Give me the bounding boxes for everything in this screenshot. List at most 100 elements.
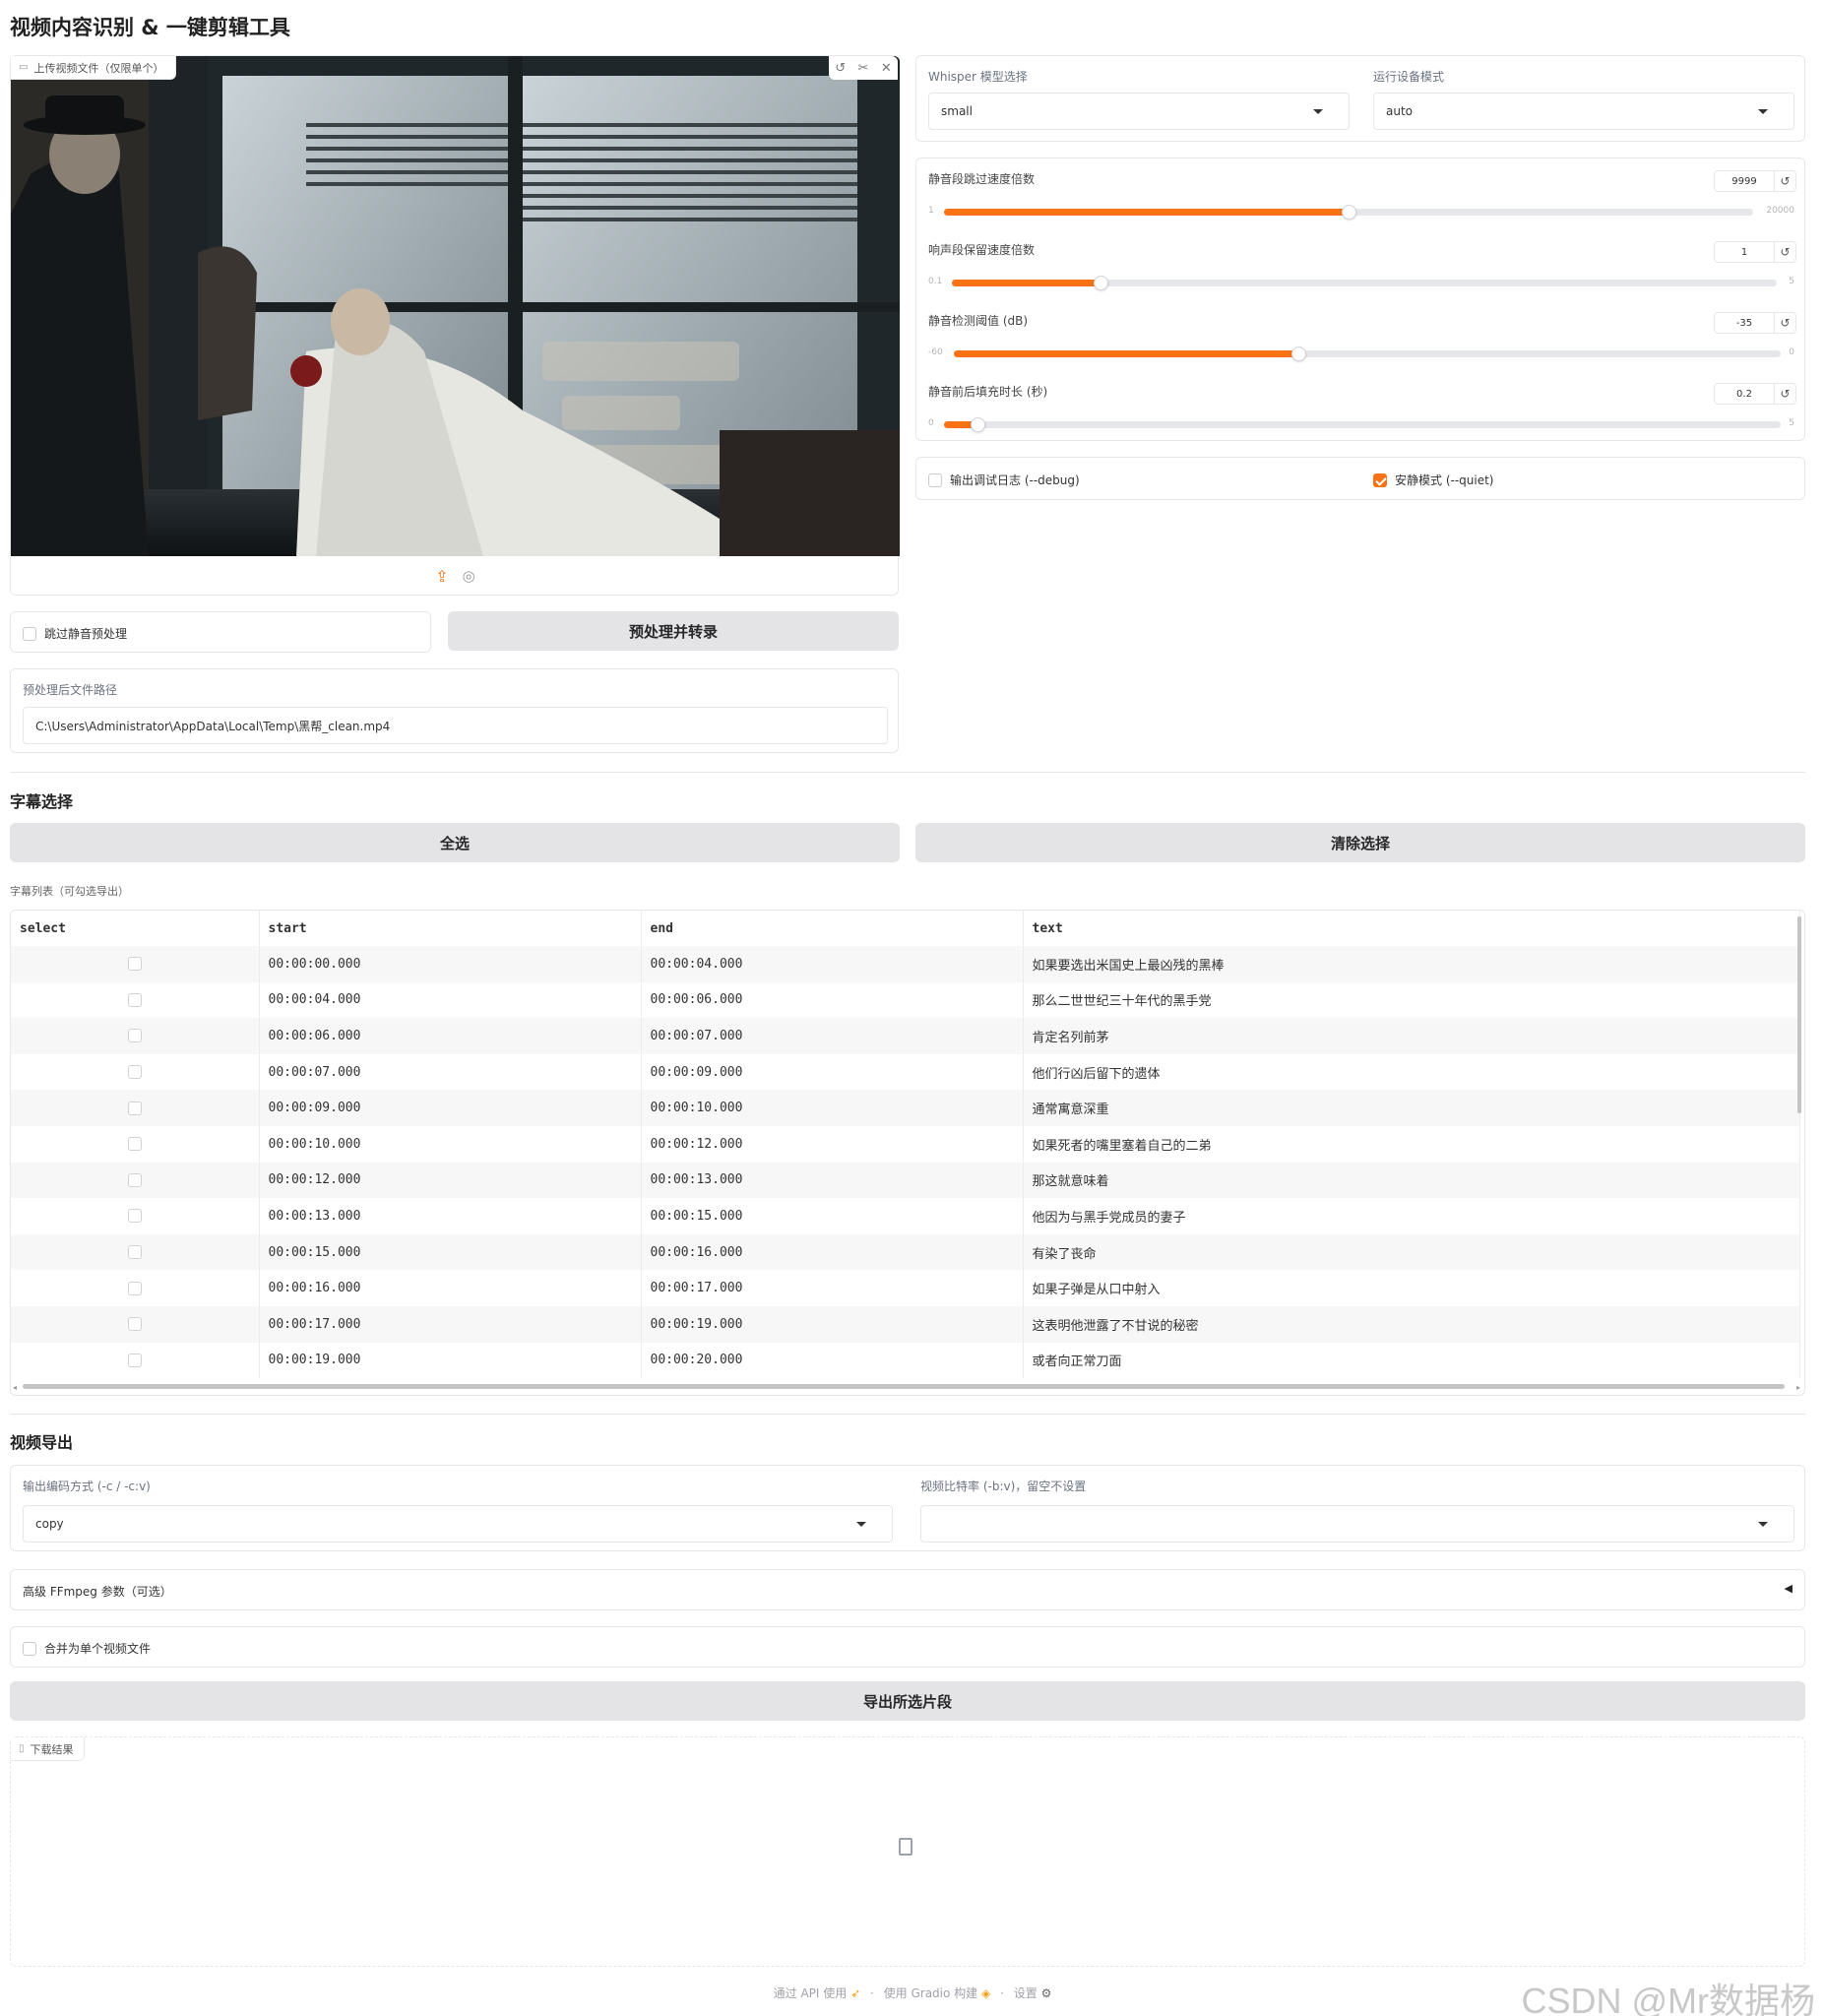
start-cell[interactable]: 00:00:07.000 (259, 1053, 642, 1091)
select-cell[interactable] (11, 1198, 260, 1234)
slider-track[interactable] (944, 417, 1781, 432)
end-cell[interactable]: 00:00:19.000 (641, 1305, 1024, 1343)
end-cell[interactable]: 00:00:10.000 (641, 1090, 1024, 1126)
row-checkbox[interactable] (127, 1209, 142, 1224)
select-cell[interactable] (11, 1090, 260, 1126)
quiet-checkbox[interactable] (1373, 472, 1387, 487)
slider-track[interactable] (952, 276, 1777, 290)
table-row[interactable]: 00:00:12.000 00:00:13.000 那这就意味着 (11, 1162, 1800, 1199)
start-cell[interactable]: 00:00:09.000 (259, 1090, 642, 1126)
preprocess-button[interactable]: 预处理并转录 (448, 611, 899, 651)
slider-handle[interactable] (1291, 346, 1307, 361)
end-cell[interactable]: 00:00:20.000 (641, 1342, 1024, 1379)
text-cell[interactable]: 通常寓意深重 (1023, 1090, 1800, 1126)
row-checkbox[interactable] (127, 1245, 142, 1260)
table-row[interactable]: 00:00:17.000 00:00:19.000 这表明他泄露了不甘说的秘密 (11, 1305, 1800, 1343)
text-cell[interactable]: 那么二世世纪三十年代的黑手党 (1023, 981, 1800, 1019)
text-cell[interactable]: 这表明他泄露了不甘说的秘密 (1023, 1305, 1800, 1343)
codec-select[interactable]: copy (23, 1505, 893, 1543)
select-cell[interactable] (11, 1305, 260, 1343)
row-checkbox[interactable] (127, 1137, 142, 1152)
start-cell[interactable]: 00:00:12.000 (259, 1162, 642, 1199)
text-cell[interactable]: 如果子弹是从口中射入 (1023, 1270, 1800, 1306)
text-cell[interactable]: 如果要选出米国史上最凶残的黑棒 (1023, 946, 1800, 982)
slider-handle[interactable] (1342, 205, 1356, 220)
table-row[interactable]: 00:00:06.000 00:00:07.000 肯定名列前茅 (11, 1018, 1800, 1054)
slider-track[interactable] (944, 205, 1753, 220)
start-cell[interactable]: 00:00:13.000 (259, 1198, 642, 1234)
end-cell[interactable]: 00:00:12.000 (641, 1125, 1024, 1163)
table-row[interactable]: 00:00:10.000 00:00:12.000 如果死者的嘴里塞着自己的二弟 (11, 1125, 1800, 1163)
row-checkbox[interactable] (127, 1281, 142, 1295)
table-row[interactable]: 00:00:15.000 00:00:16.000 有染了丧命 (11, 1233, 1800, 1271)
start-cell[interactable]: 00:00:04.000 (259, 981, 642, 1019)
select-cell[interactable] (11, 1233, 260, 1271)
reset-icon[interactable]: ↺ (1774, 242, 1795, 262)
column-header[interactable]: start (259, 911, 642, 946)
end-cell[interactable]: 00:00:06.000 (641, 981, 1024, 1019)
quiet-option[interactable]: 安静模式 (--quiet) (1373, 472, 1493, 488)
close-icon[interactable]: ✕ (881, 61, 892, 76)
column-header[interactable]: text (1023, 911, 1800, 946)
select-cell[interactable] (11, 1270, 260, 1306)
start-cell[interactable]: 00:00:10.000 (259, 1125, 642, 1163)
end-cell[interactable]: 00:00:15.000 (641, 1198, 1024, 1234)
select-cell[interactable] (11, 1162, 260, 1199)
merge-checkbox[interactable] (23, 1641, 36, 1656)
select-cell[interactable] (11, 1053, 260, 1091)
select-cell[interactable] (11, 1125, 260, 1163)
select-cell[interactable] (11, 1018, 260, 1054)
table-row[interactable]: 00:00:00.000 00:00:04.000 如果要选出米国史上最凶残的黑棒 (11, 946, 1800, 982)
row-checkbox[interactable] (127, 1317, 142, 1332)
skip-silence-option[interactable]: 跳过静音预处理 (10, 611, 431, 653)
text-cell[interactable]: 或者向正常刀面 (1023, 1342, 1800, 1379)
undo-icon[interactable]: ↺ (835, 61, 846, 76)
reset-icon[interactable]: ↺ (1774, 171, 1795, 191)
slider-number-input[interactable]: 9999 ↺ (1714, 170, 1796, 192)
bitrate-select[interactable] (920, 1505, 1794, 1543)
scissors-icon[interactable]: ✂ (858, 61, 869, 76)
table-row[interactable]: 00:00:09.000 00:00:10.000 通常寓意深重 (11, 1090, 1800, 1126)
caret-left-icon[interactable]: ◀ (1785, 1582, 1793, 1595)
row-checkbox[interactable] (127, 1065, 142, 1080)
debug-option[interactable]: 输出调试日志 (--debug) (928, 472, 1080, 488)
end-cell[interactable]: 00:00:09.000 (641, 1053, 1024, 1091)
slider-number-input[interactable]: 0.2 ↺ (1714, 383, 1796, 405)
gradio-link[interactable]: 使用 Gradio 构建 (884, 1986, 978, 2000)
clear-selection-button[interactable]: 清除选择 (915, 823, 1805, 862)
start-cell[interactable]: 00:00:06.000 (259, 1018, 642, 1054)
text-cell[interactable]: 有染了丧命 (1023, 1233, 1800, 1271)
export-button[interactable]: 导出所选片段 (10, 1681, 1805, 1721)
row-checkbox[interactable] (127, 957, 142, 972)
download-panel[interactable]: ▯ 下载结果 (10, 1736, 1805, 1967)
select-all-button[interactable]: 全选 (10, 823, 900, 862)
reset-icon[interactable]: ↺ (1774, 384, 1795, 404)
reset-icon[interactable]: ↺ (1774, 313, 1795, 333)
row-checkbox[interactable] (127, 1353, 142, 1367)
merge-row[interactable]: 合并为单个视频文件 (23, 1640, 151, 1657)
select-cell[interactable] (11, 946, 260, 982)
table-row[interactable]: 00:00:04.000 00:00:06.000 那么二世世纪三十年代的黑手党 (11, 981, 1800, 1019)
end-cell[interactable]: 00:00:17.000 (641, 1270, 1024, 1306)
text-cell[interactable]: 他因为与黑手党成员的妻子 (1023, 1198, 1800, 1234)
slider-handle[interactable] (1093, 276, 1108, 290)
video-preview[interactable] (11, 56, 900, 556)
row-checkbox[interactable] (127, 1029, 142, 1043)
scroll-right-icon[interactable]: ▸ (1796, 1383, 1800, 1392)
advanced-accordion[interactable]: 高级 FFmpeg 参数（可选） ◀ (10, 1569, 1805, 1610)
slider-handle[interactable] (971, 417, 985, 432)
upload-icon[interactable]: ⇪ (435, 567, 448, 586)
table-row[interactable]: 00:00:16.000 00:00:17.000 如果子弹是从口中射入 (11, 1270, 1800, 1306)
api-link[interactable]: 通过 API 使用 (774, 1986, 848, 2000)
row-checkbox[interactable] (127, 992, 142, 1007)
table-row[interactable]: 00:00:13.000 00:00:15.000 他因为与黑手党成员的妻子 (11, 1198, 1800, 1234)
table-row[interactable]: 00:00:19.000 00:00:20.000 或者向正常刀面 (11, 1342, 1800, 1379)
start-cell[interactable]: 00:00:17.000 (259, 1305, 642, 1343)
select-cell[interactable] (11, 981, 260, 1019)
select-cell[interactable] (11, 1342, 260, 1379)
merge-option[interactable]: 合并为单个视频文件 (10, 1626, 1805, 1668)
settings-link[interactable]: 设置 (1014, 1986, 1038, 2000)
skip-silence-row[interactable]: 跳过静音预处理 (23, 625, 127, 642)
start-cell[interactable]: 00:00:19.000 (259, 1342, 642, 1379)
debug-checkbox[interactable] (928, 472, 942, 487)
